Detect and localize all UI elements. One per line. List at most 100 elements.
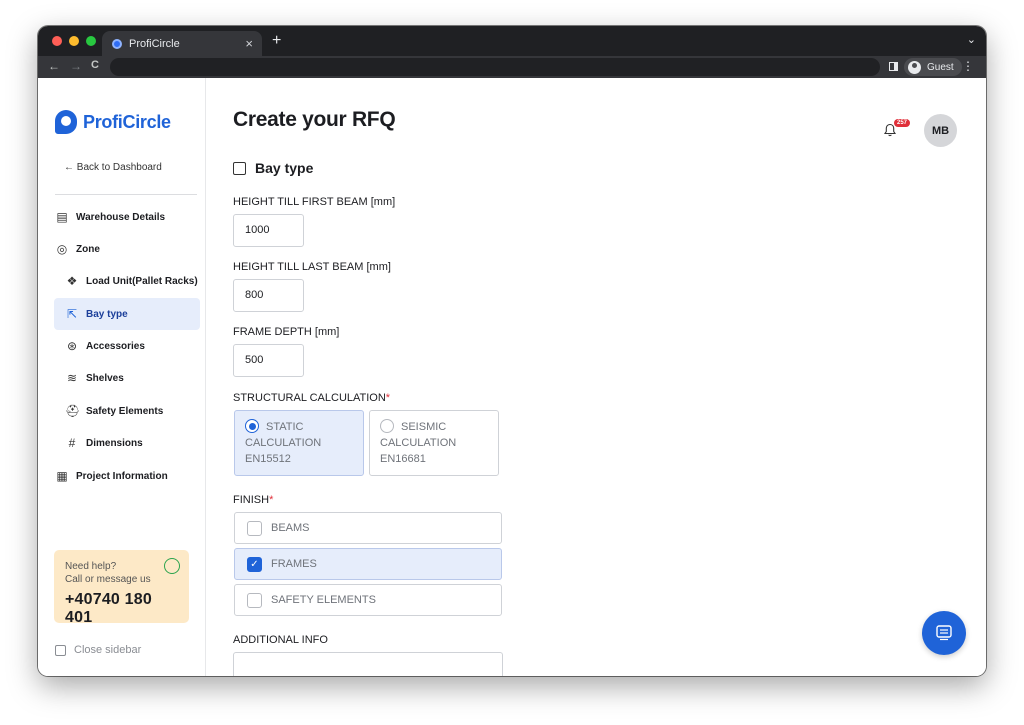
structural-calculation-label-text: STRUCTURAL CALCULATION	[233, 392, 386, 404]
sidebar-item-label: Safety Elements	[86, 405, 164, 417]
sidebar-item-label: Load Unit(Pallet Racks)	[86, 275, 198, 287]
location-pin-icon: ◎	[56, 242, 68, 256]
boxes-icon: ❖	[66, 274, 78, 288]
finish-option-safety-elements[interactable]: SAFETY ELEMENTS	[234, 584, 502, 616]
sidebar-item-accessories[interactable]: ⊛ Accessories	[65, 330, 201, 362]
user-avatar[interactable]: MB	[924, 114, 957, 147]
height-first-beam-input[interactable]: 1000	[233, 214, 304, 247]
sidebar-item-shelves[interactable]: ≋ Shelves	[65, 362, 201, 394]
option-label: FRAMES	[271, 558, 317, 570]
tab-search-chevron-icon[interactable]: ⌄	[967, 33, 976, 46]
chat-icon	[936, 625, 952, 641]
sidebar-item-label: Bay type	[86, 308, 128, 320]
sidebar-item-label: Accessories	[86, 340, 145, 352]
sidebar-toggle-icon	[55, 644, 66, 656]
finish-option-beams[interactable]: BEAMS	[234, 512, 502, 544]
sidebar-divider	[55, 194, 197, 195]
seismic-calculation-option[interactable]: SEISMIC CALCULATION EN16681	[369, 410, 499, 476]
side-panel-icon[interactable]	[889, 62, 898, 71]
sidebar-item-bay-type[interactable]: ⇱ Bay type	[54, 298, 200, 330]
sidebar-item-label: Dimensions	[86, 437, 143, 449]
brand-logo[interactable]: ProfiCircle	[55, 110, 171, 134]
whatsapp-icon[interactable]	[164, 558, 180, 574]
sidebar: ProfiCircle ← Back to Dashboard ▤ Wareho…	[38, 78, 206, 676]
option-label: BEAMS	[271, 522, 310, 534]
reload-icon[interactable]: C	[91, 59, 99, 71]
tab-close-icon[interactable]: ×	[245, 36, 253, 51]
back-to-dashboard-link[interactable]: ← Back to Dashboard	[64, 162, 162, 173]
option-line: EN16681	[380, 453, 426, 465]
height-last-beam-input[interactable]: 800	[233, 279, 304, 312]
brand-name: ProfiCircle	[83, 111, 171, 132]
tab-title: ProfiCircle	[129, 37, 180, 50]
help-phone-number[interactable]: +40740 180 401	[65, 591, 178, 627]
minimize-window-button[interactable]	[69, 36, 79, 46]
checkbox-unchecked-icon[interactable]	[247, 592, 262, 608]
address-bar[interactable]	[110, 58, 880, 76]
sidebar-item-load-unit[interactable]: ❖ Load Unit(Pallet Racks)	[65, 265, 201, 297]
required-mark: *	[269, 494, 274, 506]
forward-arrow-icon[interactable]: →	[70, 59, 82, 73]
sidebar-item-warehouse-details[interactable]: ▤ Warehouse Details	[55, 201, 201, 233]
help-title: Need help?	[65, 561, 117, 572]
expand-square-icon: ⇱	[66, 307, 78, 321]
browser-toolbar: ← → C Guest ⋮	[38, 56, 986, 78]
option-label: SAFETY ELEMENTS	[271, 594, 376, 606]
sidebar-item-safety-elements[interactable]: ⛑ Safety Elements	[65, 395, 201, 427]
maximize-window-button[interactable]	[86, 36, 96, 46]
logo-icon	[55, 110, 77, 134]
option-line: STATIC	[266, 421, 304, 433]
close-sidebar-label: Close sidebar	[74, 644, 142, 656]
finish-label-text: FINISH	[233, 494, 270, 506]
browser-window: ProfiCircle × + ⌄ ← → C Guest ⋮ ProfiCir…	[38, 26, 986, 676]
back-arrow-icon[interactable]: ←	[48, 59, 60, 73]
browser-tab[interactable]: ProfiCircle ×	[102, 31, 262, 56]
hash-icon: #	[68, 436, 76, 450]
page-title: Create your RFQ	[233, 108, 396, 131]
option-line: CALCULATION	[245, 437, 322, 449]
finish-option-frames[interactable]: ✓ FRAMES	[234, 548, 502, 580]
browser-tab-bar: ProfiCircle × + ⌄	[38, 26, 986, 56]
profile-avatar-icon	[908, 60, 921, 74]
radio-unselected-icon	[380, 419, 394, 433]
sidebar-item-dimensions[interactable]: # Dimensions	[65, 427, 201, 459]
document-icon: ▦	[56, 469, 68, 483]
browser-menu-icon[interactable]: ⋮	[962, 59, 974, 73]
sidebar-item-zone[interactable]: ◎ Zone	[55, 233, 201, 265]
sidebar-item-label: Zone	[76, 243, 100, 255]
checkbox-unchecked-icon[interactable]	[247, 520, 262, 536]
height-last-beam-label: HEIGHT TILL LAST BEAM [mm]	[233, 261, 391, 273]
favicon-icon	[112, 38, 122, 49]
help-subtitle: Call or message us	[65, 574, 151, 585]
section-heading: Bay type	[233, 160, 313, 176]
sidebar-item-label: Shelves	[86, 372, 124, 384]
additional-info-textarea[interactable]	[233, 652, 503, 676]
additional-info-label: ADDITIONAL INFO	[233, 634, 328, 646]
static-calculation-option[interactable]: STATIC CALCULATION EN15512	[234, 410, 364, 476]
sidebar-item-label: Project Information	[76, 470, 168, 482]
height-first-beam-label: HEIGHT TILL FIRST BEAM [mm]	[233, 196, 396, 208]
frame-depth-input[interactable]: 500	[233, 344, 304, 377]
hard-hat-icon: ⛑	[65, 404, 81, 418]
option-line: SEISMIC	[401, 421, 447, 433]
sidebar-item-project-information[interactable]: ▦ Project Information	[55, 460, 201, 492]
asterisk-square-icon: ⊛	[66, 339, 78, 353]
option-line: EN15512	[245, 453, 291, 465]
sidebar-item-label: Warehouse Details	[76, 211, 166, 223]
required-mark: *	[385, 392, 391, 404]
checkbox-checked-icon[interactable]: ✓	[247, 556, 262, 572]
chat-button[interactable]	[922, 611, 966, 655]
frame-depth-label: FRAME DEPTH [mm]	[233, 326, 340, 338]
close-window-button[interactable]	[52, 36, 62, 46]
window-controls	[52, 36, 96, 46]
structural-calculation-label: STRUCTURAL CALCULATION*	[233, 392, 390, 404]
layers-icon: ≋	[66, 371, 78, 385]
help-card: Need help? Call or message us +40740 180…	[54, 550, 189, 626]
profile-label: Guest	[927, 61, 954, 73]
close-sidebar-button[interactable]: Close sidebar	[55, 644, 141, 656]
page-content: ProfiCircle ← Back to Dashboard ▤ Wareho…	[38, 78, 986, 676]
profile-button[interactable]: Guest	[904, 58, 962, 76]
finish-label: FINISH*	[233, 494, 273, 506]
section-title: Bay type	[255, 160, 314, 176]
new-tab-button[interactable]: +	[272, 32, 281, 50]
